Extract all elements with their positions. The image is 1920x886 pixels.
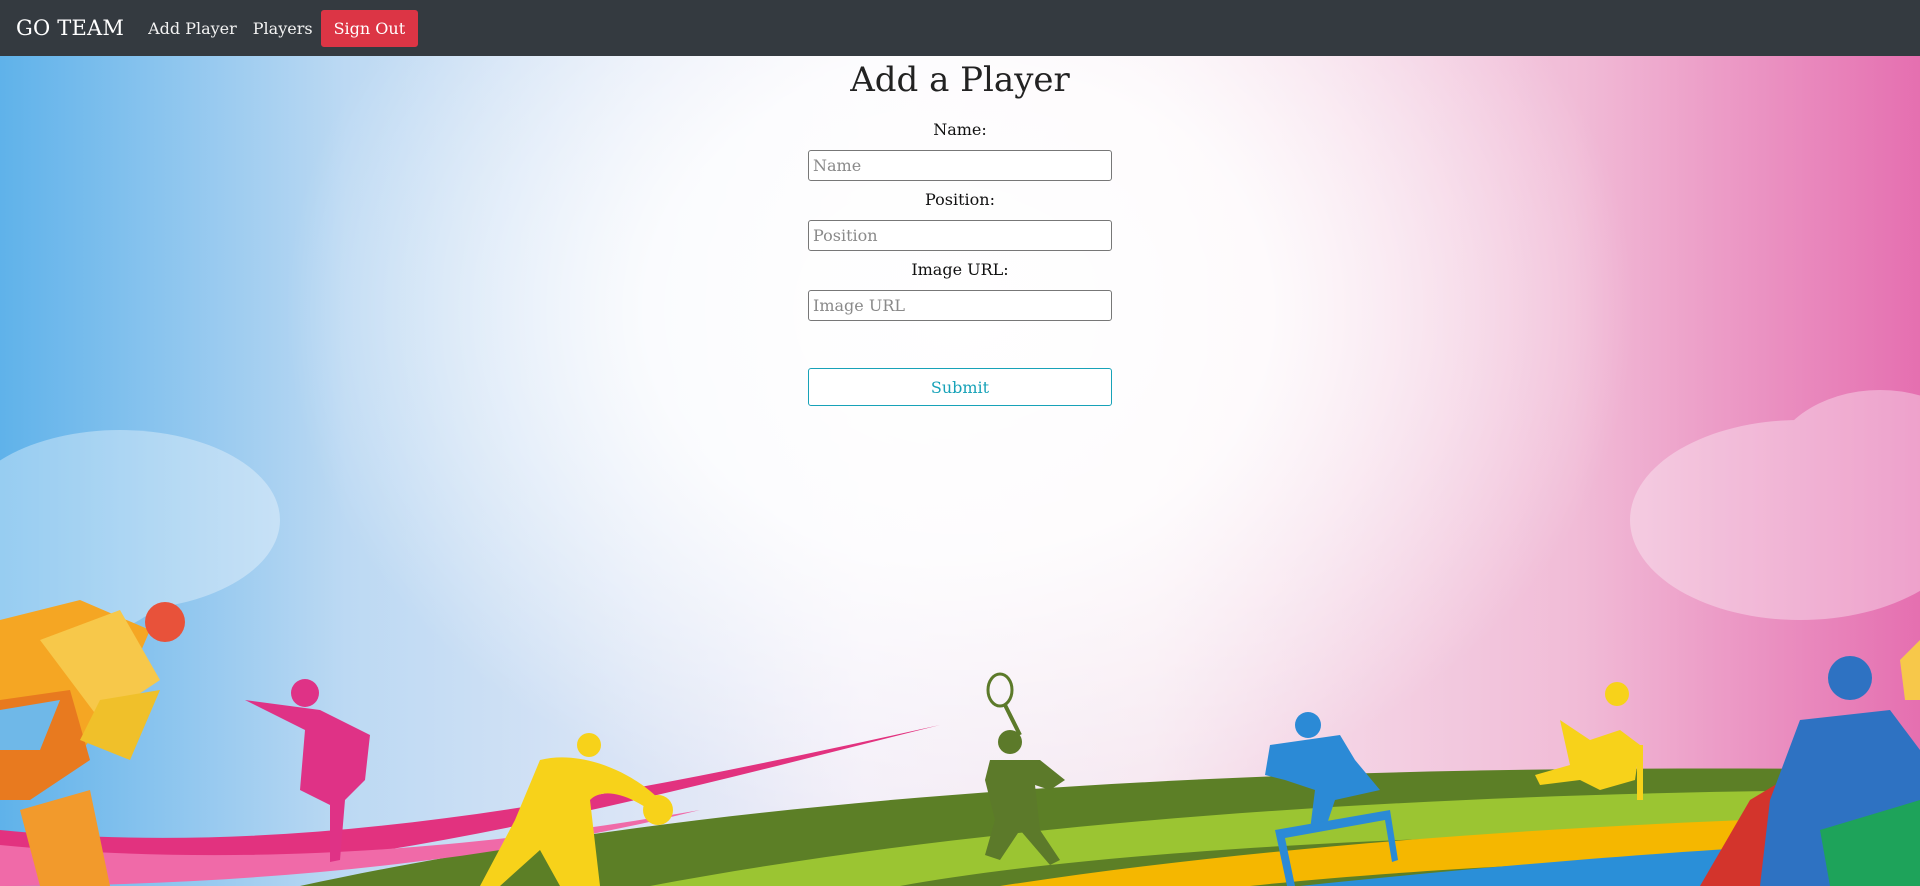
pink-stripe [0,725,940,886]
position-label: Position: [925,190,995,209]
nav-players-link[interactable]: Players [253,19,313,38]
image-url-label: Image URL: [911,260,1009,279]
name-input[interactable] [808,150,1112,181]
yellow-stripe [1000,815,1920,886]
athlete-yellow [480,733,673,886]
athlete-left [0,600,185,886]
athlete-green [985,672,1065,865]
athlete-right [1700,640,1920,886]
light-green-stripe [650,790,1920,886]
submit-button[interactable]: Submit [808,368,1112,406]
athlete-yellow-kick [1535,682,1643,800]
clouds [0,390,1920,640]
name-label: Name: [933,120,987,139]
nav-add-player-link[interactable]: Add Player [148,19,237,38]
page-title: Add a Player [850,60,1070,100]
image-url-input[interactable] [808,290,1112,321]
green-field [300,768,1920,886]
blue-stripe [1300,840,1920,886]
position-input[interactable] [808,220,1112,251]
athlete-pink [245,679,370,862]
athlete-blue-hurdler [1265,712,1398,886]
sign-out-button[interactable]: Sign Out [320,9,419,47]
pink-stripe-light [0,810,700,886]
brand-logo[interactable]: GO TEAM [16,16,124,40]
top-navbar: GO TEAM Add Player Players Sign Out [0,0,1920,56]
